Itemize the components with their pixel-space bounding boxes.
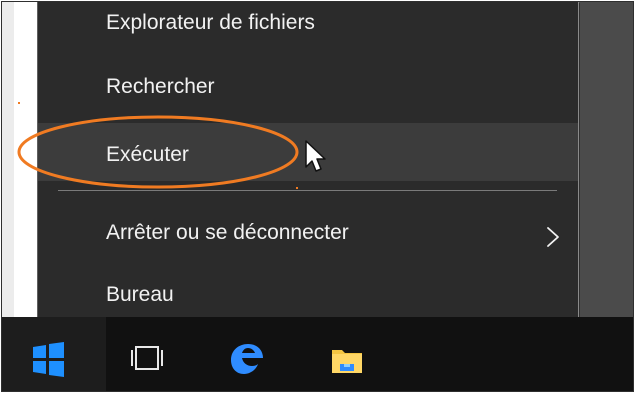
- desktop-background: [579, 2, 633, 317]
- orange-marker: [18, 102, 20, 104]
- menu-separator: [58, 190, 557, 191]
- desktop-left-strip: [2, 2, 14, 317]
- file-explorer-icon[interactable]: [327, 339, 367, 379]
- highlight-ellipse: [17, 115, 299, 189]
- task-view-icon[interactable]: [127, 339, 167, 379]
- menu-item-rechercher[interactable]: Rechercher: [38, 61, 578, 119]
- menu-item-label: Explorateur de fichiers: [106, 11, 315, 34]
- start-button[interactable]: [2, 317, 106, 391]
- menu-item-label: Rechercher: [106, 75, 215, 98]
- menu-item-arreter-ou-se-deconnecter[interactable]: Arrêter ou se déconnecter: [38, 207, 578, 265]
- mouse-cursor-icon: [305, 140, 326, 172]
- menu-item-label: Arrêter ou se déconnecter: [106, 221, 349, 244]
- screenshot-frame: Explorateur de fichiers Rechercher Exécu…: [1, 1, 634, 392]
- menu-item-label: Bureau: [106, 283, 174, 306]
- windows-start-icon: [33, 342, 64, 377]
- edge-icon[interactable]: [227, 339, 267, 379]
- chevron-right-icon: [547, 227, 559, 247]
- menu-item-explorateur-de-fichiers[interactable]: Explorateur de fichiers: [38, 2, 578, 60]
- taskbar: [2, 317, 633, 391]
